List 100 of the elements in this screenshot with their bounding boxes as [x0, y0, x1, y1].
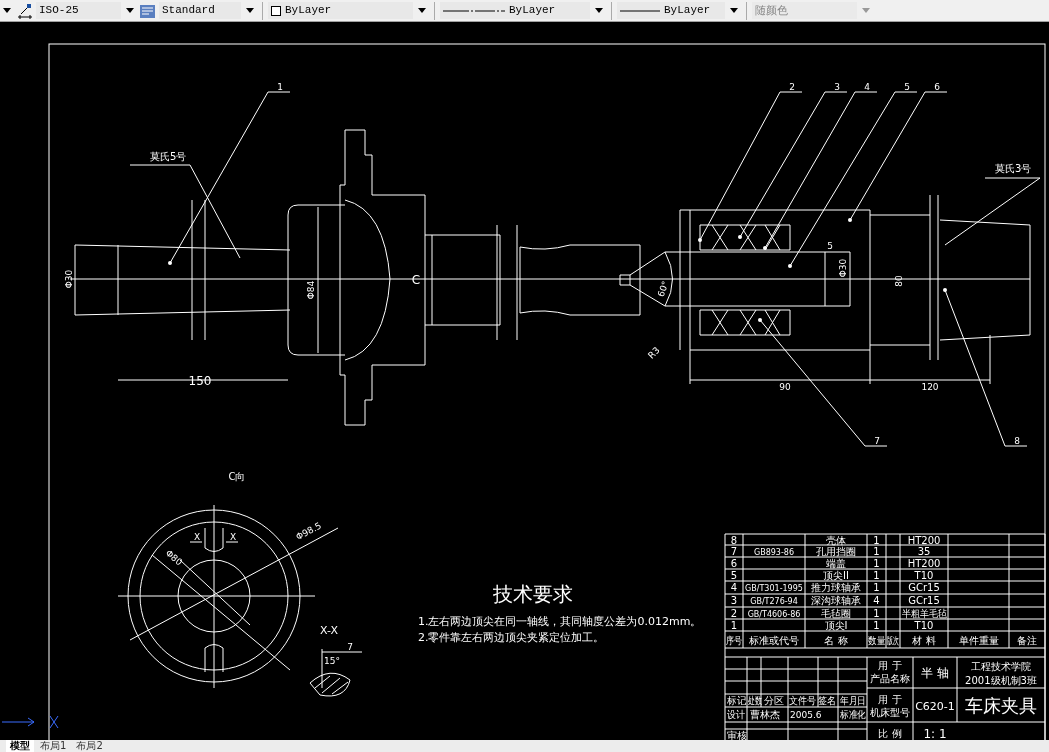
table-cell: 1: [873, 620, 880, 631]
part-number: 8: [1014, 436, 1020, 446]
review-label: 审核: [727, 729, 747, 740]
table-cell: 半粗羊毛毡: [901, 608, 952, 619]
table-cell: 1: [873, 558, 880, 569]
table-cell: 4: [730, 582, 738, 593]
view-title: C向: [228, 471, 246, 482]
text-style-icon[interactable]: [139, 2, 157, 19]
table-cell: 6: [730, 558, 738, 569]
table-header: 版次: [887, 635, 907, 646]
layout-tab[interactable]: 模型: [6, 740, 34, 752]
table-header: 签名: [818, 695, 838, 706]
requirement-text: 1.左右两边顶尖在同一轴线，其同轴度公差为0.012mm。: [418, 615, 702, 628]
layer-value: ByLayer: [285, 3, 332, 18]
linetype-preview-icon: [443, 7, 505, 14]
dropdown-arrow[interactable]: [126, 8, 134, 13]
dropdown-arrow[interactable]: [595, 8, 603, 13]
layer-field[interactable]: ByLayer: [268, 2, 413, 19]
lineweight-field[interactable]: ByLayer: [617, 2, 725, 19]
part-number: 1: [277, 82, 283, 92]
text-style-field[interactable]: Standard: [159, 2, 241, 19]
scale-label: 比 例: [878, 728, 902, 739]
dimension-label: 120: [921, 382, 939, 392]
table-cell: 7: [730, 546, 738, 557]
school-name: 工程技术学院: [971, 661, 1031, 672]
table-header: 数量: [868, 635, 888, 646]
drawing-title: 车床夹具: [965, 695, 1037, 716]
table-cell: GB893-86: [754, 548, 794, 557]
table-cell: GCr15: [908, 595, 940, 606]
dimension-label: 90: [779, 382, 791, 392]
table-header: 标记: [727, 695, 747, 706]
linetype-value: ByLayer: [509, 3, 556, 18]
table-cell: GB/T276-94: [750, 597, 798, 606]
layout-tab[interactable]: 布局1: [36, 740, 71, 752]
dimension-label: R3: [646, 345, 662, 361]
dimension-style-field[interactable]: ISO-25: [36, 2, 121, 19]
part-number: 2: [789, 82, 795, 92]
table-cell: 端盖: [826, 558, 846, 569]
part-number: 6: [934, 82, 940, 92]
dropdown-arrow[interactable]: [418, 8, 426, 13]
class-name: 2001级机制3班: [965, 675, 1037, 686]
table-cell: 1: [873, 570, 880, 581]
table-header: 年月日: [840, 695, 870, 706]
product-label: 用 于: [878, 660, 902, 671]
section-drawing: [309, 648, 363, 697]
dimension-label: Φ84: [306, 280, 316, 300]
product-name: 半 轴: [921, 666, 949, 680]
designer-name: 曹林杰: [750, 709, 780, 720]
table-cell: GB/T301-1995: [745, 584, 803, 593]
section-mark: X: [193, 532, 201, 542]
table-cell: T10: [914, 620, 934, 631]
part-number: 4: [864, 82, 870, 92]
table-header: 材 料: [912, 635, 936, 646]
table-cell: 5: [730, 570, 738, 581]
table-cell: 1: [873, 582, 880, 593]
lineweight-value: ByLayer: [664, 3, 711, 18]
table-cell: 顶尖I: [824, 620, 848, 631]
layout-tab[interactable]: 布局2: [72, 740, 107, 752]
product-label: 产品名称: [870, 673, 910, 684]
part-number: 3: [834, 82, 840, 92]
design-date: 2005.6: [790, 710, 822, 720]
table-cell: 孔用挡圈: [816, 546, 856, 557]
machine-model: C620-1: [915, 700, 955, 713]
table-cell: 3: [730, 595, 738, 606]
part-number: 7: [874, 436, 880, 446]
table-cell: 8: [730, 535, 738, 546]
table-header: 备注: [1017, 635, 1037, 646]
dimension-label: 60°: [655, 279, 671, 299]
table-cell: 顶尖II: [823, 570, 849, 581]
machine-label: 机床型号: [870, 707, 910, 718]
scale-value: 1: 1: [923, 727, 947, 740]
dropdown-arrow[interactable]: [730, 8, 738, 13]
table-header: 名 称: [824, 635, 848, 646]
taper-label: 莫氏5号: [150, 151, 187, 162]
dropdown-arrow[interactable]: [3, 8, 11, 13]
table-cell: GB/T4606-86: [747, 610, 801, 619]
table-header: 单件重量: [958, 635, 999, 646]
table-header: 标准或代号: [749, 635, 799, 646]
table-cell: HT200: [907, 558, 941, 569]
table-cell: 深沟球轴承: [811, 595, 861, 606]
table-cell: HT200: [907, 535, 941, 546]
dimension-label: C: [411, 273, 421, 287]
taper-label: 莫氏3号: [995, 163, 1032, 174]
dimension-label: 15°: [324, 656, 340, 666]
dimension-label: 80: [894, 275, 904, 287]
table-cell: 推力球轴承: [811, 582, 861, 593]
section-mark: X: [229, 532, 237, 542]
dimension-style-icon[interactable]: [16, 2, 34, 19]
dimension-label: 150: [188, 374, 212, 388]
table-cell: 1: [873, 535, 880, 546]
dimension-label: Φ80: [163, 547, 185, 568]
table-cell: 毛毡圈: [821, 608, 851, 619]
requirement-text: 2.零件靠左右两边顶尖夹紧定位加工。: [418, 631, 605, 644]
color-swatch-icon: [271, 5, 281, 16]
table-cell: 35: [917, 546, 931, 557]
linetype-field[interactable]: ByLayer: [440, 2, 590, 19]
dimension-label: Φ30: [64, 269, 74, 289]
table-cell: 1: [730, 620, 738, 631]
lineweight-preview-icon: [620, 8, 660, 13]
dropdown-arrow[interactable]: [246, 8, 254, 13]
